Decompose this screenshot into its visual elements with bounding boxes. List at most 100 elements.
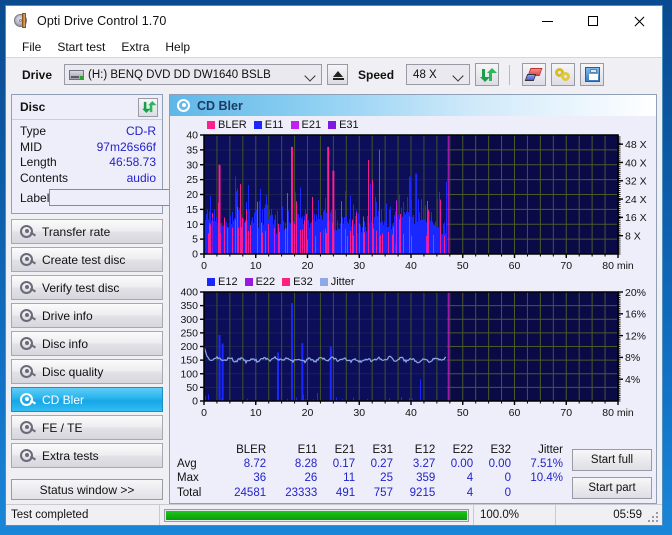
svg-text:30: 30 <box>353 407 365 419</box>
table-row: Total 24581 23333 491 757 9215 4 0 <box>174 486 568 501</box>
progress-percent: 100.0% <box>474 505 556 525</box>
cell: 359 <box>416 472 436 484</box>
cell: 3.27 <box>412 457 436 470</box>
legend-swatch <box>290 120 299 129</box>
disc-test-icon <box>19 392 37 407</box>
chevron-down-icon <box>304 70 316 82</box>
statistics-table: BLER E11 E21 E31 E12 E22 E32 Jitter Avg … <box>174 444 568 501</box>
row-label: Total <box>177 486 202 499</box>
test-nav-list: Transfer rate Create test disc Verify te… <box>11 219 163 468</box>
disc-row-contents: Contents audio <box>20 171 156 187</box>
column-header: E11 <box>297 443 318 456</box>
disc-panel-header: Disc <box>12 95 162 120</box>
resize-grip-icon[interactable] <box>648 512 659 523</box>
svg-text:70: 70 <box>560 407 572 419</box>
sidebar-item-disc-quality[interactable]: Disc quality <box>11 359 163 384</box>
cell: 23333 <box>285 486 318 499</box>
svg-text:16 X: 16 X <box>625 212 647 224</box>
svg-text:8 X: 8 X <box>625 230 641 242</box>
chart-bottom-legend: E12 E22 E32 Jitter <box>172 275 654 288</box>
sidebar-item-disc-info[interactable]: Disc info <box>11 331 163 356</box>
disc-row-key: MID <box>20 139 42 154</box>
floppy-save-icon <box>584 67 600 82</box>
legend-label: E11 <box>264 118 284 131</box>
start-part-button[interactable]: Start part <box>572 476 652 499</box>
disc-test-icon <box>19 252 37 267</box>
app-icon <box>14 13 30 29</box>
disc-test-icon <box>19 336 37 351</box>
svg-text:60: 60 <box>509 407 521 419</box>
menu-start-test[interactable]: Start test <box>49 38 113 56</box>
cell: 26 <box>304 472 318 484</box>
erase-button[interactable] <box>522 63 547 86</box>
disc-row-value: 97m26s66f <box>96 139 156 154</box>
legend-item-e21: E21 <box>290 119 321 131</box>
svg-text:50: 50 <box>457 407 469 419</box>
table-header-row: BLER E11 E21 E31 E12 E22 E32 Jitter <box>174 444 568 457</box>
speed-select[interactable]: 48 X <box>406 64 471 85</box>
sidebar-item-verify-test-disc[interactable]: Verify test disc <box>11 275 163 300</box>
legend-swatch <box>207 120 215 129</box>
svg-text:15: 15 <box>186 204 198 216</box>
chart-cd-bler-bottom: E12 E22 E32 Jitter 0 50 100 150 200 250 … <box>172 275 654 420</box>
chart-top-plot[interactable]: 0 5 10 15 20 25 30 35 40 0 10 20 30 40 50 60 70 80 min 8 X… <box>172 131 654 273</box>
maximize-button[interactable] <box>570 6 616 36</box>
close-icon <box>634 16 645 27</box>
disc-row-type: Type CD-R <box>20 124 156 140</box>
close-button[interactable] <box>616 6 662 36</box>
start-full-button[interactable]: Start full <box>572 448 652 471</box>
sidebar-item-create-test-disc[interactable]: Create test disc <box>11 247 163 272</box>
legend-swatch <box>328 120 337 129</box>
disc-test-icon <box>19 224 37 239</box>
svg-text:150: 150 <box>180 355 198 367</box>
disc-info-rows: Type CD-R MID 97m26s66f Length 46:58.73 … <box>12 120 247 213</box>
sidebar-item-drive-info[interactable]: Drive info <box>11 303 163 328</box>
menu-help[interactable]: Help <box>157 38 198 56</box>
svg-text:35: 35 <box>186 144 198 156</box>
sidebar-item-fe-te[interactable]: FE / TE <box>11 415 163 440</box>
disc-test-icon <box>176 98 191 113</box>
drive-select[interactable]: (H:) BENQ DVD DD DW1640 BSLB <box>64 64 323 85</box>
cell: 0 <box>504 472 511 484</box>
sidebar-item-label: Disc quality <box>42 364 104 379</box>
eject-button[interactable] <box>327 64 349 85</box>
menu-file[interactable]: File <box>14 38 49 56</box>
key-button[interactable] <box>551 63 576 86</box>
cell: 10.4% <box>530 472 563 484</box>
eraser-icon <box>524 67 543 82</box>
legend-swatch <box>207 277 215 286</box>
legend-label: Jitter <box>330 275 355 288</box>
cell: 24581 <box>234 486 267 499</box>
svg-text:300: 300 <box>180 314 198 326</box>
eject-icon <box>332 70 343 77</box>
legend-item-e31: E31 <box>328 119 359 131</box>
disc-row-value: CD-R <box>126 124 156 138</box>
sidebar-item-extra-tests[interactable]: Extra tests <box>11 443 163 468</box>
window-title: Opti Drive Control 1.70 <box>37 14 167 28</box>
cell: 11 <box>343 472 356 484</box>
refresh-button[interactable] <box>475 63 500 86</box>
title-bar: Opti Drive Control 1.70 <box>6 6 662 36</box>
legend-label: E12 <box>218 275 238 288</box>
svg-text:5: 5 <box>192 234 198 246</box>
column-header: E12 <box>414 443 436 456</box>
sidebar-item-transfer-rate[interactable]: Transfer rate <box>11 219 163 244</box>
toolbar: Drive (H:) BENQ DVD DD DW1640 BSLB Speed… <box>6 57 662 91</box>
minimize-button[interactable] <box>524 6 570 36</box>
save-button[interactable] <box>580 63 605 86</box>
disc-row-key: Contents <box>20 170 69 185</box>
svg-text:16%: 16% <box>625 309 646 321</box>
row-label: Avg <box>177 457 197 470</box>
svg-text:20: 20 <box>186 189 198 201</box>
sidebar-item-cd-bler[interactable]: CD Bler <box>11 387 163 412</box>
legend-swatch <box>244 277 253 286</box>
disc-panel: Disc Type CD-R MID 97m26s66f Length 46:5… <box>11 94 247 214</box>
svg-text:40: 40 <box>186 131 198 142</box>
disc-refresh-button[interactable] <box>138 97 158 117</box>
chart-bottom-plot[interactable]: 0 50 100 150 200 250 300 350 400 0 10 20 30 40 50 60 70 8… <box>172 288 654 420</box>
disc-row-key: Type <box>20 124 47 138</box>
status-window-button[interactable]: Status window >> <box>11 479 163 500</box>
sidebar-item-label: Transfer rate <box>42 224 111 239</box>
menu-extra[interactable]: Extra <box>113 38 157 56</box>
column-header: E32 <box>490 443 511 456</box>
